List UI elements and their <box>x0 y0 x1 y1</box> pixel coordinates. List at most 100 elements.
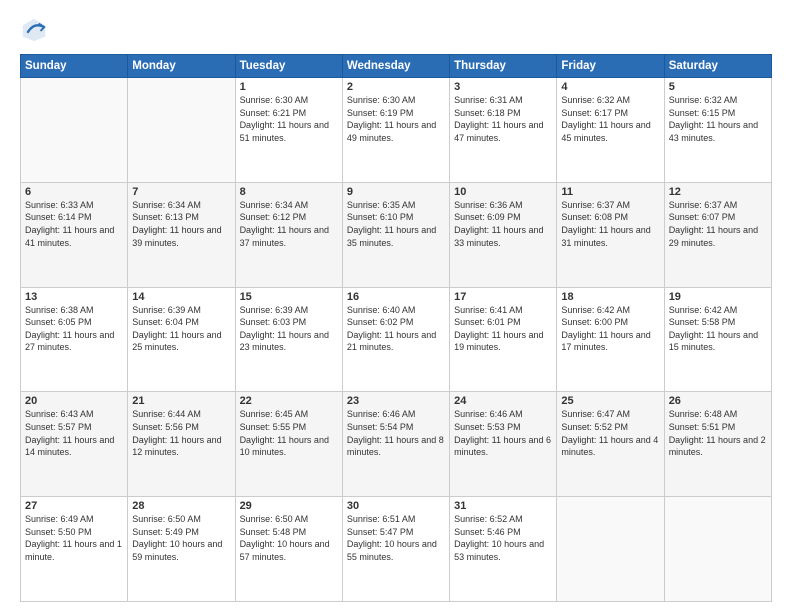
calendar-cell: 23Sunrise: 6:46 AMSunset: 5:54 PMDayligh… <box>342 392 449 497</box>
day-number: 6 <box>25 186 123 198</box>
calendar-cell: 8Sunrise: 6:34 AMSunset: 6:12 PMDaylight… <box>235 182 342 287</box>
day-detail: Sunrise: 6:38 AMSunset: 6:05 PMDaylight:… <box>25 304 123 354</box>
day-detail: Sunrise: 6:48 AMSunset: 5:51 PMDaylight:… <box>669 408 767 458</box>
day-detail: Sunrise: 6:32 AMSunset: 6:15 PMDaylight:… <box>669 94 767 144</box>
calendar-cell: 29Sunrise: 6:50 AMSunset: 5:48 PMDayligh… <box>235 497 342 602</box>
day-detail: Sunrise: 6:41 AMSunset: 6:01 PMDaylight:… <box>454 304 552 354</box>
calendar-cell: 30Sunrise: 6:51 AMSunset: 5:47 PMDayligh… <box>342 497 449 602</box>
calendar-cell: 21Sunrise: 6:44 AMSunset: 5:56 PMDayligh… <box>128 392 235 497</box>
day-number: 31 <box>454 500 552 512</box>
calendar-week-row: 13Sunrise: 6:38 AMSunset: 6:05 PMDayligh… <box>21 287 772 392</box>
calendar-cell: 19Sunrise: 6:42 AMSunset: 5:58 PMDayligh… <box>664 287 771 392</box>
day-detail: Sunrise: 6:31 AMSunset: 6:18 PMDaylight:… <box>454 94 552 144</box>
day-number: 29 <box>240 500 338 512</box>
calendar-cell: 6Sunrise: 6:33 AMSunset: 6:14 PMDaylight… <box>21 182 128 287</box>
day-number: 22 <box>240 395 338 407</box>
calendar-cell: 17Sunrise: 6:41 AMSunset: 6:01 PMDayligh… <box>450 287 557 392</box>
day-detail: Sunrise: 6:35 AMSunset: 6:10 PMDaylight:… <box>347 199 445 249</box>
calendar-cell <box>557 497 664 602</box>
calendar-cell <box>128 78 235 183</box>
calendar-cell: 27Sunrise: 6:49 AMSunset: 5:50 PMDayligh… <box>21 497 128 602</box>
day-detail: Sunrise: 6:33 AMSunset: 6:14 PMDaylight:… <box>25 199 123 249</box>
day-number: 30 <box>347 500 445 512</box>
day-number: 20 <box>25 395 123 407</box>
day-detail: Sunrise: 6:39 AMSunset: 6:03 PMDaylight:… <box>240 304 338 354</box>
day-number: 27 <box>25 500 123 512</box>
calendar-cell: 11Sunrise: 6:37 AMSunset: 6:08 PMDayligh… <box>557 182 664 287</box>
calendar-table: SundayMondayTuesdayWednesdayThursdayFrid… <box>20 54 772 602</box>
day-detail: Sunrise: 6:30 AMSunset: 6:21 PMDaylight:… <box>240 94 338 144</box>
header <box>20 16 772 44</box>
calendar-cell: 22Sunrise: 6:45 AMSunset: 5:55 PMDayligh… <box>235 392 342 497</box>
day-detail: Sunrise: 6:43 AMSunset: 5:57 PMDaylight:… <box>25 408 123 458</box>
calendar-cell: 31Sunrise: 6:52 AMSunset: 5:46 PMDayligh… <box>450 497 557 602</box>
day-number: 12 <box>669 186 767 198</box>
day-number: 25 <box>561 395 659 407</box>
day-number: 11 <box>561 186 659 198</box>
day-number: 1 <box>240 81 338 93</box>
day-detail: Sunrise: 6:42 AMSunset: 5:58 PMDaylight:… <box>669 304 767 354</box>
calendar-day-header: Saturday <box>664 55 771 78</box>
page: SundayMondayTuesdayWednesdayThursdayFrid… <box>0 0 792 612</box>
day-detail: Sunrise: 6:44 AMSunset: 5:56 PMDaylight:… <box>132 408 230 458</box>
calendar-cell <box>21 78 128 183</box>
day-detail: Sunrise: 6:42 AMSunset: 6:00 PMDaylight:… <box>561 304 659 354</box>
calendar-cell: 12Sunrise: 6:37 AMSunset: 6:07 PMDayligh… <box>664 182 771 287</box>
day-number: 17 <box>454 291 552 303</box>
day-detail: Sunrise: 6:36 AMSunset: 6:09 PMDaylight:… <box>454 199 552 249</box>
day-number: 28 <box>132 500 230 512</box>
calendar-cell: 26Sunrise: 6:48 AMSunset: 5:51 PMDayligh… <box>664 392 771 497</box>
day-number: 8 <box>240 186 338 198</box>
day-detail: Sunrise: 6:32 AMSunset: 6:17 PMDaylight:… <box>561 94 659 144</box>
calendar-cell: 15Sunrise: 6:39 AMSunset: 6:03 PMDayligh… <box>235 287 342 392</box>
logo-icon <box>20 16 48 44</box>
day-number: 2 <box>347 81 445 93</box>
day-detail: Sunrise: 6:34 AMSunset: 6:12 PMDaylight:… <box>240 199 338 249</box>
day-number: 4 <box>561 81 659 93</box>
day-number: 21 <box>132 395 230 407</box>
day-number: 10 <box>454 186 552 198</box>
logo <box>20 16 52 44</box>
calendar-cell: 20Sunrise: 6:43 AMSunset: 5:57 PMDayligh… <box>21 392 128 497</box>
day-detail: Sunrise: 6:50 AMSunset: 5:48 PMDaylight:… <box>240 513 338 563</box>
day-detail: Sunrise: 6:37 AMSunset: 6:07 PMDaylight:… <box>669 199 767 249</box>
day-detail: Sunrise: 6:46 AMSunset: 5:53 PMDaylight:… <box>454 408 552 458</box>
day-detail: Sunrise: 6:52 AMSunset: 5:46 PMDaylight:… <box>454 513 552 563</box>
day-number: 15 <box>240 291 338 303</box>
calendar-header-row: SundayMondayTuesdayWednesdayThursdayFrid… <box>21 55 772 78</box>
day-detail: Sunrise: 6:45 AMSunset: 5:55 PMDaylight:… <box>240 408 338 458</box>
calendar-cell: 16Sunrise: 6:40 AMSunset: 6:02 PMDayligh… <box>342 287 449 392</box>
day-number: 9 <box>347 186 445 198</box>
day-number: 13 <box>25 291 123 303</box>
day-detail: Sunrise: 6:34 AMSunset: 6:13 PMDaylight:… <box>132 199 230 249</box>
calendar-cell: 2Sunrise: 6:30 AMSunset: 6:19 PMDaylight… <box>342 78 449 183</box>
day-detail: Sunrise: 6:50 AMSunset: 5:49 PMDaylight:… <box>132 513 230 563</box>
calendar-cell <box>664 497 771 602</box>
day-detail: Sunrise: 6:39 AMSunset: 6:04 PMDaylight:… <box>132 304 230 354</box>
calendar-cell: 25Sunrise: 6:47 AMSunset: 5:52 PMDayligh… <box>557 392 664 497</box>
calendar-cell: 4Sunrise: 6:32 AMSunset: 6:17 PMDaylight… <box>557 78 664 183</box>
day-detail: Sunrise: 6:47 AMSunset: 5:52 PMDaylight:… <box>561 408 659 458</box>
calendar-cell: 9Sunrise: 6:35 AMSunset: 6:10 PMDaylight… <box>342 182 449 287</box>
day-number: 14 <box>132 291 230 303</box>
day-detail: Sunrise: 6:46 AMSunset: 5:54 PMDaylight:… <box>347 408 445 458</box>
day-number: 19 <box>669 291 767 303</box>
calendar-cell: 13Sunrise: 6:38 AMSunset: 6:05 PMDayligh… <box>21 287 128 392</box>
calendar-week-row: 27Sunrise: 6:49 AMSunset: 5:50 PMDayligh… <box>21 497 772 602</box>
calendar-week-row: 6Sunrise: 6:33 AMSunset: 6:14 PMDaylight… <box>21 182 772 287</box>
calendar-day-header: Thursday <box>450 55 557 78</box>
day-detail: Sunrise: 6:37 AMSunset: 6:08 PMDaylight:… <box>561 199 659 249</box>
calendar-cell: 14Sunrise: 6:39 AMSunset: 6:04 PMDayligh… <box>128 287 235 392</box>
day-detail: Sunrise: 6:40 AMSunset: 6:02 PMDaylight:… <box>347 304 445 354</box>
calendar-day-header: Friday <box>557 55 664 78</box>
day-detail: Sunrise: 6:51 AMSunset: 5:47 PMDaylight:… <box>347 513 445 563</box>
calendar-cell: 3Sunrise: 6:31 AMSunset: 6:18 PMDaylight… <box>450 78 557 183</box>
calendar-cell: 18Sunrise: 6:42 AMSunset: 6:00 PMDayligh… <box>557 287 664 392</box>
calendar-day-header: Monday <box>128 55 235 78</box>
calendar-day-header: Wednesday <box>342 55 449 78</box>
calendar-cell: 28Sunrise: 6:50 AMSunset: 5:49 PMDayligh… <box>128 497 235 602</box>
day-detail: Sunrise: 6:49 AMSunset: 5:50 PMDaylight:… <box>25 513 123 563</box>
day-number: 24 <box>454 395 552 407</box>
day-number: 18 <box>561 291 659 303</box>
day-detail: Sunrise: 6:30 AMSunset: 6:19 PMDaylight:… <box>347 94 445 144</box>
